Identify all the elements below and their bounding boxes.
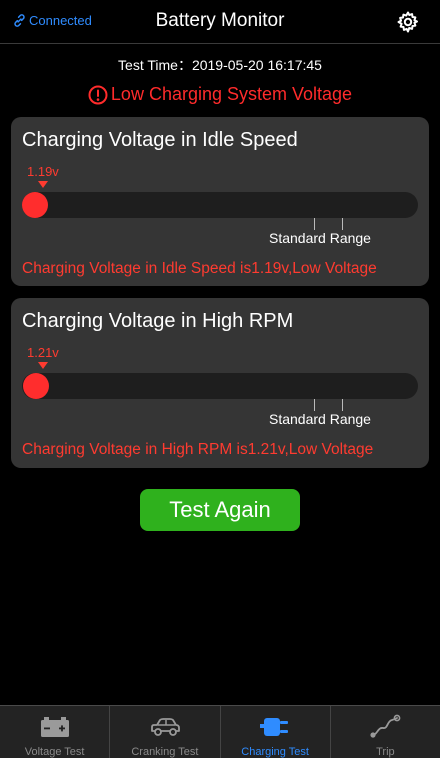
tab-cranking-test[interactable]: Cranking Test bbox=[110, 706, 221, 758]
tab-label: Charging Test bbox=[241, 746, 309, 758]
page-title: Battery Monitor bbox=[155, 10, 285, 31]
value-label: 1.19v bbox=[27, 164, 59, 179]
standard-range-label: Standard Range bbox=[269, 230, 371, 246]
voltage-track bbox=[22, 373, 418, 399]
tab-label: Voltage Test bbox=[24, 746, 85, 758]
range-tick-low bbox=[314, 218, 315, 230]
car-icon bbox=[150, 718, 180, 736]
test-again-button[interactable]: Test Again bbox=[140, 489, 300, 531]
voltage-track bbox=[22, 192, 418, 218]
tab-charging-test[interactable]: Charging Test bbox=[221, 706, 331, 758]
test-time: Test Time：2019-05-20 16:17:45 bbox=[118, 57, 322, 73]
voltage-indicator bbox=[23, 373, 49, 399]
plug-icon bbox=[260, 718, 289, 736]
range-tick-high bbox=[342, 218, 343, 230]
status-text: Charging Voltage in High RPM is1.21v,Low… bbox=[22, 441, 374, 458]
tab-trip[interactable]: Trip bbox=[331, 706, 440, 758]
range-tick-low bbox=[314, 399, 315, 411]
warning-banner: Low Charging System Voltage bbox=[0, 84, 440, 105]
voltage-indicator bbox=[22, 192, 48, 218]
status-text: Charging Voltage in Idle Speed is1.19v,L… bbox=[22, 260, 377, 277]
alert-icon bbox=[88, 85, 108, 104]
card-title: Charging Voltage in High RPM bbox=[22, 310, 294, 332]
high-rpm-card: Charging Voltage in High RPM 1.21v Stand… bbox=[11, 298, 429, 468]
bottom-tab-bar: Voltage Test Cranking Test Charging Test… bbox=[0, 705, 440, 758]
value-pointer-icon bbox=[38, 362, 48, 369]
header-bar: Connected Battery Monitor bbox=[0, 0, 440, 44]
card-title: Charging Voltage in Idle Speed bbox=[22, 129, 298, 151]
standard-range-label: Standard Range bbox=[269, 411, 371, 427]
tab-voltage-test[interactable]: Voltage Test bbox=[0, 706, 111, 758]
tab-label: Cranking Test bbox=[131, 746, 199, 758]
warning-text: Low Charging System Voltage bbox=[110, 84, 353, 104]
range-tick-high bbox=[342, 399, 343, 411]
route-icon bbox=[370, 714, 401, 738]
value-pointer-icon bbox=[38, 181, 48, 188]
battery-icon bbox=[40, 717, 69, 737]
value-label: 1.21v bbox=[27, 345, 59, 360]
tab-label: Trip bbox=[376, 746, 395, 758]
idle-speed-card: Charging Voltage in Idle Speed 1.19v Sta… bbox=[11, 117, 429, 286]
gear-icon[interactable] bbox=[396, 10, 420, 34]
